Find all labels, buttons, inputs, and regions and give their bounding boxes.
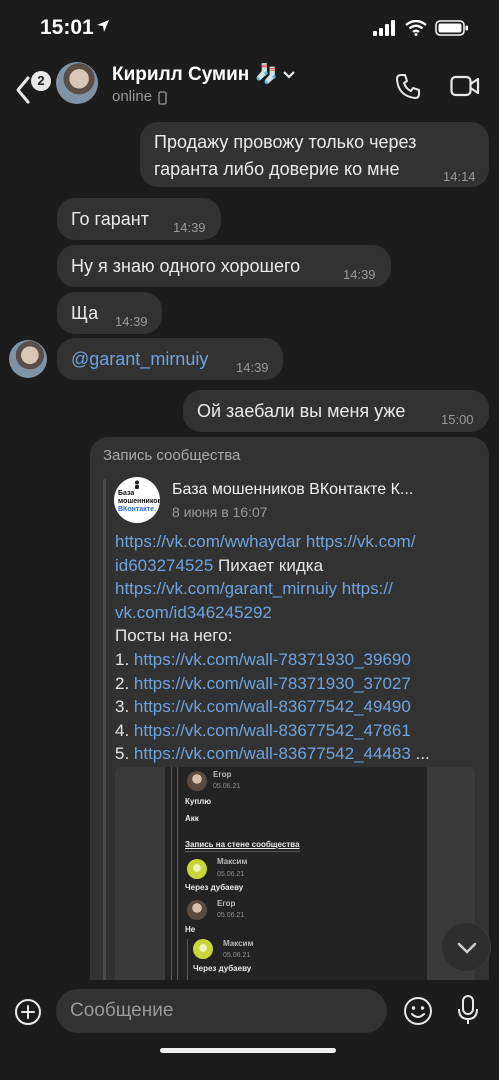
post-link[interactable]: https://vk.com/wall-83677542_49490 [134, 697, 411, 716]
message-time: 14:39 [236, 360, 269, 375]
microphone-icon[interactable] [456, 994, 480, 1026]
screenshot-content: Егор 05.06.21 Куплю Акк Запись на стене … [165, 767, 427, 997]
mini-date: 05.06.21 [223, 952, 251, 959]
message-time: 14:39 [173, 220, 206, 235]
mini-date: 05.06.21 [213, 783, 241, 790]
contact-status: online [112, 88, 153, 105]
post-text: https://vk.com/wwhaydar https://vk.com/ … [115, 530, 475, 766]
emoji-icon[interactable] [403, 996, 433, 1026]
avatar[interactable] [9, 340, 47, 378]
add-attachment-icon[interactable] [14, 998, 42, 1026]
chevron-down-icon [457, 942, 477, 954]
mini-message: Через дубаеву [193, 964, 252, 973]
message-incoming[interactable]: @garant_mirnuiy 14:39 [57, 338, 283, 380]
mini-message: Через дубаеву [185, 883, 244, 892]
post-image[interactable]: Егор 05.06.21 Куплю Акк Запись на стене … [115, 767, 475, 997]
message-outgoing[interactable]: Продажу провожу только через гаранта либ… [140, 122, 489, 187]
contact-name[interactable]: Кирилл Сумин 🧦 [112, 62, 278, 86]
post-text-fragment: Пихает кидка [213, 555, 324, 575]
message-incoming[interactable]: Ща 14:39 [57, 292, 162, 334]
post-date: 8 июня в 16:07 [172, 504, 268, 520]
message-outgoing[interactable]: Ой заебали вы меня уже 15:00 [183, 390, 489, 432]
post-link[interactable]: https://vk.com/wall-83677542_47861 [134, 721, 411, 740]
logo-text: ВКонтакте. [118, 506, 156, 513]
list-number: 1. [115, 649, 134, 669]
battery-icon [435, 20, 468, 36]
mini-name: Максим [223, 939, 254, 948]
mini-message: Акк [185, 814, 199, 823]
message-text: Ну я знаю одного хорошего [71, 256, 301, 276]
logo-text: мошенников [118, 498, 160, 505]
chat-header: 2 Кирилл Сумин 🧦 online [0, 58, 499, 116]
message-text: Ща [71, 303, 99, 323]
logo-mark-icon [135, 480, 139, 489]
repost-quote-bar [103, 479, 106, 997]
unread-badge: 2 [31, 71, 51, 91]
mini-message: Куплю [185, 797, 212, 806]
phone-device-icon [158, 91, 167, 105]
message-incoming[interactable]: Го гарант 14:39 [57, 198, 221, 240]
mini-message: Не [185, 925, 196, 934]
posts-label: Посты на него: [115, 626, 233, 646]
divider [185, 851, 300, 852]
mini-date: 05.06.21 [217, 871, 245, 878]
mini-name: Егор [217, 899, 236, 908]
message-time: 14:14 [443, 169, 476, 184]
mini-wall-label: Запись на стене сообщества [185, 840, 300, 849]
repost-card[interactable]: Запись сообщества База мошенников ВКонта… [90, 437, 489, 997]
chevron-left-icon [16, 76, 30, 104]
mini-name: Максим [217, 857, 248, 866]
list-number: 3. [115, 697, 134, 717]
wifi-icon [405, 20, 427, 36]
post-link[interactable]: vk.com/id346245292 [115, 603, 272, 622]
group-logo[interactable]: База мошенников ВКонтакте. [114, 477, 160, 523]
post-link[interactable]: https:// [342, 579, 393, 598]
more-ellipsis: ... [410, 744, 430, 764]
list-number: 2. [115, 673, 134, 693]
location-arrow-icon [97, 20, 109, 32]
group-name[interactable]: База мошенников ВКонтакте К... [172, 481, 472, 499]
post-link[interactable]: https://vk.com/ [306, 532, 416, 551]
video-camera-icon[interactable] [450, 75, 480, 97]
status-time: 15:01 [40, 16, 94, 39]
status-bar: 15:01 [0, 0, 499, 58]
thread-rule [171, 767, 172, 997]
message-incoming[interactable]: Ну я знаю одного хорошего 14:39 [57, 245, 391, 287]
home-indicator [160, 1048, 336, 1053]
message-time: 15:00 [441, 412, 474, 427]
chevron-down-icon[interactable] [283, 71, 295, 79]
message-text: Ой заебали вы меня уже [197, 401, 406, 421]
post-link[interactable]: id603274525 [115, 556, 213, 575]
message-text: гаранта либо доверие ко мне [154, 159, 400, 179]
post-link[interactable]: https://vk.com/wall-78371930_39690 [134, 650, 411, 669]
list-number: 5. [115, 744, 134, 764]
list-number: 4. [115, 720, 134, 740]
thread-rule [177, 767, 178, 997]
composer [0, 980, 499, 1080]
mini-avatar [187, 900, 207, 920]
post-link[interactable]: https://vk.com/wall-83677542_44483 [134, 744, 411, 763]
post-link[interactable]: https://vk.com/garant_mirnuiy [115, 579, 337, 598]
logo-text: База [118, 490, 135, 497]
repost-label: Запись сообщества [103, 447, 241, 464]
mini-date: 05.06.21 [217, 912, 245, 919]
mini-avatar [187, 771, 207, 791]
status-icons [373, 20, 469, 36]
message-text: Продажу провожу только через [154, 132, 417, 152]
message-input[interactable] [56, 989, 387, 1033]
phone-icon[interactable] [394, 72, 422, 100]
post-link[interactable]: https://vk.com/wwhaydar [115, 532, 301, 551]
back-button[interactable]: 2 [10, 66, 51, 106]
post-link[interactable]: https://vk.com/wall-78371930_37027 [134, 674, 411, 693]
message-text: Го гарант [71, 209, 149, 229]
mention-link[interactable]: @garant_mirnuiy [71, 347, 208, 371]
scroll-down-button[interactable] [441, 922, 491, 972]
signal-icon [373, 20, 395, 36]
avatar[interactable] [56, 62, 98, 104]
message-time: 14:39 [343, 267, 376, 282]
mini-avatar [193, 939, 213, 959]
mini-name: Егор [213, 770, 232, 779]
message-time: 14:39 [115, 314, 148, 329]
mini-avatar [187, 859, 207, 879]
